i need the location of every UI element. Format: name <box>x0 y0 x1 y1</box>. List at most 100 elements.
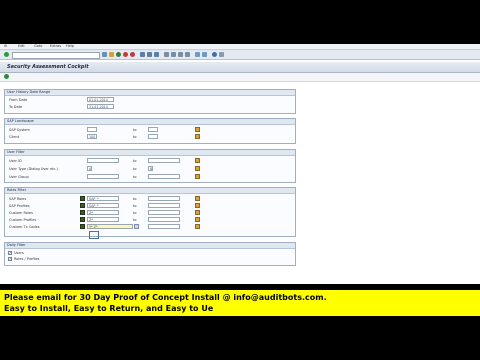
find-icon[interactable] <box>147 52 152 57</box>
menu-item-system[interactable]: ⚙ <box>4 44 7 48</box>
roles-profiles-checkbox[interactable]: ✓ <box>8 257 12 261</box>
save-icon[interactable] <box>109 52 114 57</box>
menu-item-extras[interactable]: Extras <box>50 44 61 48</box>
layout-menu-icon[interactable] <box>219 52 224 57</box>
cancel-icon[interactable] <box>130 52 135 57</box>
sap-system-field[interactable] <box>87 127 97 132</box>
sap-landscape-group: SAP Landscape SAP System to Client 100 t… <box>4 118 296 144</box>
sap-roles-field[interactable]: SAP_* <box>87 196 119 201</box>
custom-profiles-to-field[interactable] <box>148 217 180 222</box>
custom-roles-label: Custom Roles <box>9 211 33 215</box>
from-date-field[interactable]: 01.01.2014 <box>87 97 114 102</box>
group-header: Daily Filter <box>5 243 295 249</box>
enter-icon[interactable] <box>4 52 9 57</box>
shortcut-icon[interactable] <box>202 52 207 57</box>
user-id-label: User ID <box>9 159 22 163</box>
sap-roles-to-field[interactable] <box>148 196 180 201</box>
execute-icon[interactable] <box>4 74 9 79</box>
selection-option-icon[interactable] <box>80 203 85 208</box>
video-top-letterbox <box>0 0 480 44</box>
multiple-selection-icon[interactable] <box>195 158 200 163</box>
to-label: to <box>133 159 137 163</box>
custom-profiles-field[interactable]: Z* <box>87 217 119 222</box>
custom-tx-codes-to-field[interactable] <box>148 224 180 229</box>
to-date-field[interactable]: 31.01.2014 <box>87 104 114 109</box>
menu-item-help[interactable]: Help <box>66 44 74 48</box>
sap-profiles-label: SAP Profiles <box>9 204 30 208</box>
value-help-icon[interactable] <box>134 224 139 229</box>
multiple-selection-icon[interactable] <box>195 217 200 222</box>
client-to-field[interactable] <box>148 134 158 139</box>
user-type-to-field[interactable]: B <box>148 166 153 171</box>
to-label: to <box>133 128 137 132</box>
selection-option-icon[interactable] <box>80 196 85 201</box>
standard-toolbar <box>0 50 480 60</box>
to-label: to <box>133 218 137 222</box>
to-label: to <box>133 204 137 208</box>
group-title: Roles Filter <box>7 188 27 192</box>
roles-profiles-label: Roles / Profiles <box>14 257 40 261</box>
client-field[interactable]: 100 <box>87 134 97 139</box>
to-label: to <box>133 175 137 179</box>
group-header: Roles Filter <box>5 188 295 194</box>
menu-item-edit[interactable]: Edit <box>18 44 25 48</box>
multiple-selection-icon[interactable] <box>195 134 200 139</box>
users-label: Users <box>14 251 24 255</box>
roles-filter-group: Roles Filter SAP Roles SAP_* to SAP Prof… <box>4 187 296 239</box>
video-bottom-letterbox <box>0 316 480 360</box>
group-header: User History Date Range <box>5 90 295 96</box>
find-next-icon[interactable] <box>154 52 159 57</box>
from-date-label: From Date <box>9 98 28 102</box>
sap-system-label: SAP System <box>9 128 30 132</box>
multiple-selection-icon[interactable] <box>195 127 200 132</box>
banner-line-1: Please email for 30 Day Proof of Concept… <box>4 293 327 302</box>
user-type-field[interactable]: A <box>87 166 92 171</box>
custom-tx-codes-field[interactable]: Y*,Z* <box>87 224 133 229</box>
client-label: Client <box>9 135 20 139</box>
custom-roles-field[interactable]: Z* <box>87 210 119 215</box>
dropdown-icon[interactable] <box>102 52 107 57</box>
command-field[interactable] <box>12 52 100 59</box>
first-page-icon[interactable] <box>164 52 169 57</box>
next-page-icon[interactable] <box>178 52 183 57</box>
daily-filter-group: Daily Filter ✓ Users ✓ Roles / Profiles <box>4 242 296 266</box>
user-group-to-field[interactable] <box>148 174 180 179</box>
cursor-focus-box <box>89 231 99 239</box>
multiple-selection-icon[interactable] <box>195 210 200 215</box>
page-title: Security Assessment Cockpit <box>7 64 89 70</box>
multiple-selection-icon[interactable] <box>195 224 200 229</box>
users-checkbox[interactable]: ✓ <box>8 251 12 255</box>
multiple-selection-icon[interactable] <box>195 174 200 179</box>
to-label: to <box>133 167 137 171</box>
to-label: to <box>133 135 137 139</box>
custom-roles-to-field[interactable] <box>148 210 180 215</box>
multiple-selection-icon[interactable] <box>195 203 200 208</box>
user-filter-group: User Filter User ID to User Type (Dialog… <box>4 149 296 183</box>
selection-option-icon[interactable] <box>80 224 85 229</box>
help-icon[interactable] <box>212 52 217 57</box>
menu-item-goto[interactable]: Goto <box>34 44 42 48</box>
sap-profiles-field[interactable]: SAP_* <box>87 203 119 208</box>
user-id-field[interactable] <box>87 158 119 163</box>
back-icon[interactable] <box>116 52 121 57</box>
previous-page-icon[interactable] <box>171 52 176 57</box>
selection-option-icon[interactable] <box>80 217 85 222</box>
screen-title-bar: Security Assessment Cockpit <box>0 62 480 73</box>
selection-option-icon[interactable] <box>80 210 85 215</box>
print-icon[interactable] <box>140 52 145 57</box>
group-title: SAP Landscape <box>7 119 34 123</box>
user-history-group: User History Date Range From Date 01.01.… <box>4 89 296 114</box>
custom-tx-codes-label: Custom Tx Codes <box>9 225 40 229</box>
last-page-icon[interactable] <box>185 52 190 57</box>
sap-system-to-field[interactable] <box>148 127 158 132</box>
sap-gui-window: ⚙ Edit Goto Extras Help Security Assessm… <box>0 44 480 284</box>
group-header: User Filter <box>5 150 295 156</box>
user-id-to-field[interactable] <box>148 158 180 163</box>
new-session-icon[interactable] <box>195 52 200 57</box>
multiple-selection-icon[interactable] <box>195 196 200 201</box>
multiple-selection-icon[interactable] <box>195 166 200 171</box>
user-group-field[interactable] <box>87 174 119 179</box>
exit-icon[interactable] <box>123 52 128 57</box>
sap-profiles-to-field[interactable] <box>148 203 180 208</box>
group-title: User Filter <box>7 150 25 154</box>
